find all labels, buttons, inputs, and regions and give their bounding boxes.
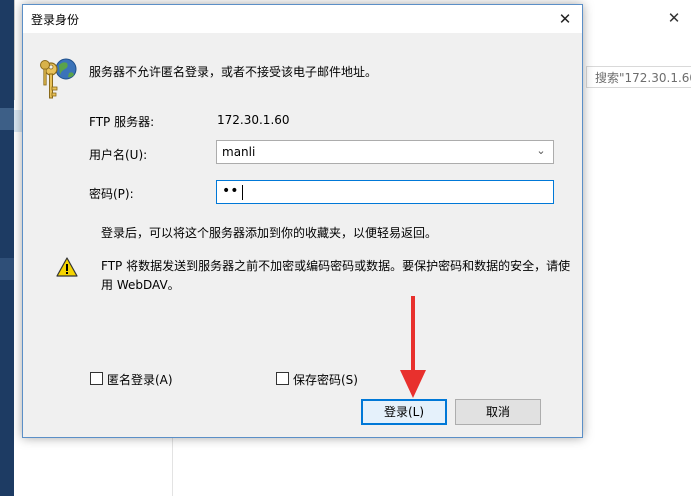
nav-selection [14,110,22,132]
desktop-left-strip [0,0,14,496]
background-close-icon[interactable]: ✕ [664,8,684,28]
chevron-down-icon[interactable]: ⌄ [535,144,547,158]
checkbox-box[interactable] [276,372,289,385]
password-value[interactable]: •• [222,183,239,199]
keys-globe-icon [40,58,77,99]
close-icon[interactable]: ✕ [554,8,576,30]
ftp-server-value: 172.30.1.60 [217,113,290,127]
login-button[interactable]: 登录(L) [361,399,447,425]
text-caret [242,185,243,200]
favorites-hint: 登录后，可以将这个服务器添加到你的收藏夹，以便轻易返回。 [101,226,438,240]
username-label: 用户名(U): [89,148,148,162]
warning-icon [56,257,78,277]
taskbar-highlight [0,108,14,130]
save-password-checkbox[interactable]: 保存密码(S) [276,371,386,387]
ftp-server-label: FTP 服务器: [89,115,155,129]
taskbar-highlight [0,258,14,280]
username-value[interactable]: manli [222,145,255,159]
checkbox-box[interactable] [90,372,103,385]
password-label: 密码(P): [89,187,134,201]
password-input[interactable]: •• [216,180,554,204]
username-combobox[interactable]: manli ⌄ [216,140,554,164]
anonymous-login-label[interactable]: 匿名登录(A) [107,371,173,388]
anonymous-login-checkbox[interactable]: 匿名登录(A) [90,371,200,387]
dialog-titlebar: 登录身份 ✕ [23,5,582,33]
cancel-button[interactable]: 取消 [455,399,541,425]
save-password-label[interactable]: 保存密码(S) [293,371,358,388]
login-dialog: 登录身份 ✕ 服务器不允许匿名登录，或者不接受该电子邮件地址。 FTP 服务器:… [22,4,583,438]
dialog-title: 登录身份 [31,13,80,27]
security-warning: FTP 将数据发送到服务器之前不加密或编码密码或数据。要保护密码和数据的安全，请… [101,259,571,292]
info-message: 服务器不允许匿名登录，或者不接受该电子邮件地址。 [89,65,378,79]
background-search-box[interactable]: 搜索"172.30.1.60" [586,66,691,88]
red-arrow-annotation [400,296,426,398]
